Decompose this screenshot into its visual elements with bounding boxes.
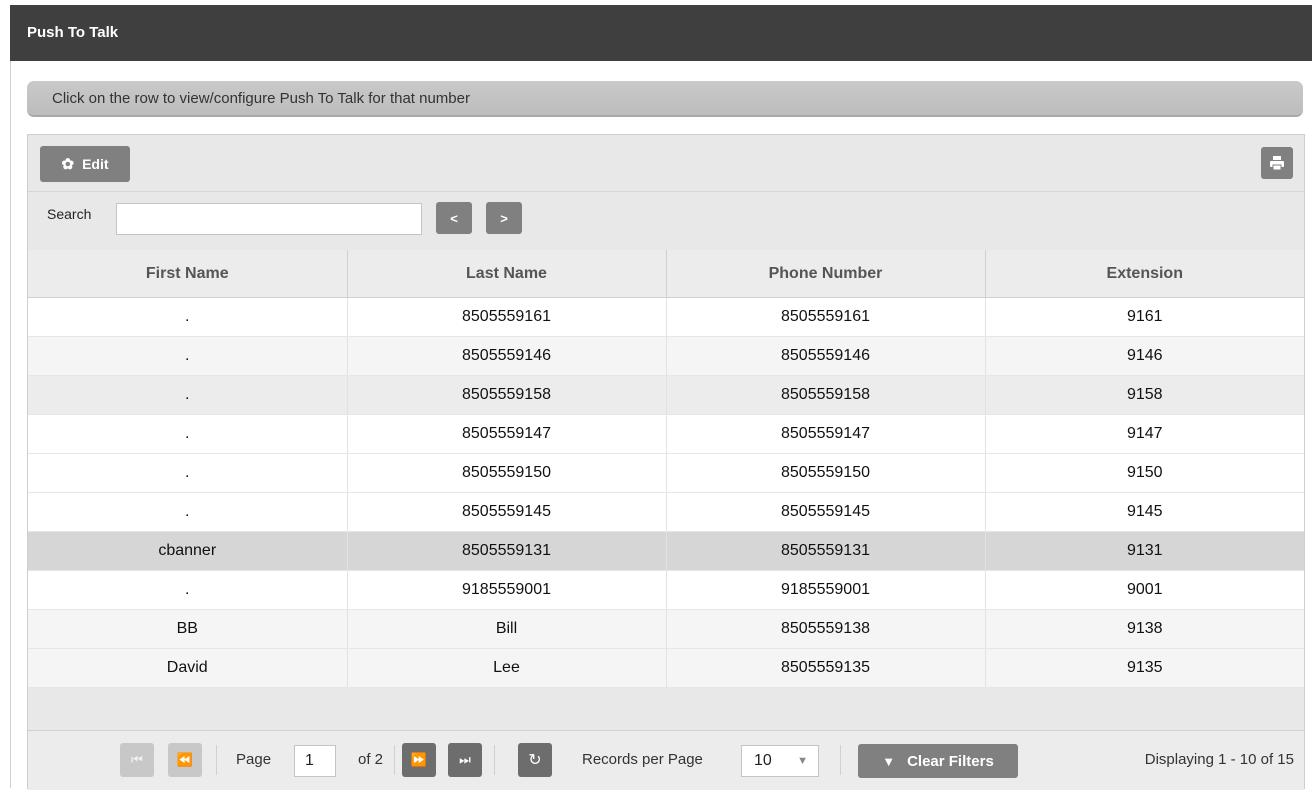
fast-forward-icon: ⏩ — [410, 752, 428, 767]
clear-filters-button[interactable]: ▼ Clear Filters — [858, 744, 1018, 778]
cell-phone-number: 8505559131 — [666, 531, 986, 571]
cell-last-name: 8505559146 — [347, 336, 667, 376]
cell-phone-number: 8505559158 — [666, 375, 986, 415]
cell-extension: 9135 — [985, 648, 1304, 688]
cell-phone-number: 8505559135 — [666, 648, 986, 688]
records-table: First Name Last Name Phone Number Extens… — [28, 250, 1304, 688]
cell-last-name: 8505559145 — [347, 492, 667, 532]
cell-phone-number: 9185559001 — [666, 570, 986, 610]
cell-first-name: BB — [28, 609, 348, 649]
divider — [494, 745, 495, 775]
table-row[interactable]: . 8505559146 8505559146 9146 — [28, 336, 1304, 376]
page-number-input[interactable]: 1 — [294, 745, 336, 777]
cell-phone-number: 8505559138 — [666, 609, 986, 649]
prev-page-button[interactable]: ⏪ — [168, 743, 202, 777]
table-header-row: First Name Last Name Phone Number Extens… — [28, 250, 1304, 298]
records-per-page-value: 10 — [754, 752, 772, 769]
cell-first-name: cbanner — [28, 531, 348, 571]
search-next-button[interactable]: > — [486, 202, 522, 234]
table-row[interactable]: . 8505559147 8505559147 9147 — [28, 414, 1304, 454]
cell-extension: 9146 — [985, 336, 1304, 376]
cell-first-name: . — [28, 375, 348, 415]
grid-toolbar: ✿ Edit — [28, 135, 1304, 192]
cell-first-name: . — [28, 414, 348, 454]
column-header-extension[interactable]: Extension — [985, 250, 1304, 298]
cell-last-name: Lee — [347, 648, 667, 688]
cell-first-name: . — [28, 453, 348, 493]
divider — [394, 745, 395, 775]
info-bar: Click on the row to view/configure Push … — [27, 81, 1303, 117]
first-page-button[interactable]: ⏮ — [120, 743, 154, 777]
last-page-icon: ⏭ — [459, 752, 471, 767]
cell-phone-number: 8505559161 — [666, 297, 986, 337]
cell-last-name: 8505559150 — [347, 453, 667, 493]
cell-extension: 9147 — [985, 414, 1304, 454]
column-header-last-name[interactable]: Last Name — [347, 250, 667, 298]
page-count-label: of 2 — [358, 751, 384, 768]
cell-last-name: 8505559147 — [347, 414, 667, 454]
cell-last-name: Bill — [347, 609, 667, 649]
pager-bar: ⏮ ⏪ Page 1 of 2 ⏩ ⏭ ↻ Records per Page 1… — [28, 730, 1304, 790]
search-input[interactable] — [116, 203, 422, 235]
display-range-text: Displaying 1 - 10 of 15 — [1144, 751, 1294, 768]
divider — [840, 745, 841, 775]
first-page-icon: ⏮ — [131, 752, 143, 767]
cell-first-name: . — [28, 570, 348, 610]
page-title: Push To Talk — [27, 24, 119, 41]
cell-last-name: 8505559161 — [347, 297, 667, 337]
cell-first-name: . — [28, 297, 348, 337]
printer-icon — [1270, 156, 1284, 171]
table-row-selected[interactable]: cbanner 8505559131 8505559131 9131 — [28, 531, 1304, 571]
next-page-button[interactable]: ⏩ — [402, 743, 436, 777]
clear-filters-label: Clear Filters — [907, 752, 994, 770]
cell-first-name: . — [28, 336, 348, 376]
search-prev-button[interactable]: < — [436, 202, 472, 234]
cell-last-name: 9185559001 — [347, 570, 667, 610]
cell-extension: 9131 — [985, 531, 1304, 571]
last-page-button[interactable]: ⏭ — [448, 743, 482, 777]
records-per-page-select[interactable]: 10 ▼ — [741, 745, 819, 777]
table-row[interactable]: . 8505559150 8505559150 9150 — [28, 453, 1304, 493]
refresh-button[interactable]: ↻ — [518, 743, 552, 777]
refresh-icon: ↻ — [528, 752, 542, 769]
cell-first-name: David — [28, 648, 348, 688]
cell-last-name: 8505559131 — [347, 531, 667, 571]
table-row[interactable]: David Lee 8505559135 9135 — [28, 648, 1304, 688]
column-header-first-name[interactable]: First Name — [28, 250, 348, 298]
cell-extension: 9138 — [985, 609, 1304, 649]
column-header-phone-number[interactable]: Phone Number — [666, 250, 986, 298]
page-header: Push To Talk — [10, 5, 1312, 61]
table-row[interactable]: . 9185559001 9185559001 9001 — [28, 570, 1304, 610]
divider — [216, 745, 217, 775]
records-per-page-label: Records per Page — [582, 751, 703, 768]
data-grid: ✿ Edit Search < > First Name Last Name P… — [27, 134, 1305, 790]
cell-last-name: 8505559158 — [347, 375, 667, 415]
cell-phone-number: 8505559146 — [666, 336, 986, 376]
rewind-icon: ⏪ — [176, 752, 194, 767]
table-row[interactable]: . 8505559161 8505559161 9161 — [28, 297, 1304, 337]
edit-button[interactable]: ✿ Edit — [40, 146, 130, 182]
cell-extension: 9158 — [985, 375, 1304, 415]
left-border — [10, 61, 11, 788]
cell-extension: 9001 — [985, 570, 1304, 610]
info-text: Click on the row to view/configure Push … — [52, 90, 470, 107]
cell-extension: 9150 — [985, 453, 1304, 493]
chevron-down-icon: ▼ — [797, 755, 808, 767]
cell-first-name: . — [28, 492, 348, 532]
table-row[interactable]: . 8505559158 8505559158 9158 — [28, 375, 1304, 415]
edit-button-label: Edit — [82, 156, 109, 172]
table-row[interactable]: BB Bill 8505559138 9138 — [28, 609, 1304, 649]
table-row[interactable]: . 8505559145 8505559145 9145 — [28, 492, 1304, 532]
cell-extension: 9145 — [985, 492, 1304, 532]
print-button[interactable] — [1261, 147, 1293, 179]
gear-icon: ✿ — [61, 156, 75, 173]
search-row: Search < > — [28, 192, 1304, 240]
cell-phone-number: 8505559150 — [666, 453, 986, 493]
search-label: Search — [47, 206, 92, 222]
page-label: Page — [236, 751, 272, 768]
cell-phone-number: 8505559145 — [666, 492, 986, 532]
cell-extension: 9161 — [985, 297, 1304, 337]
filter-icon: ▼ — [882, 753, 896, 769]
cell-phone-number: 8505559147 — [666, 414, 986, 454]
